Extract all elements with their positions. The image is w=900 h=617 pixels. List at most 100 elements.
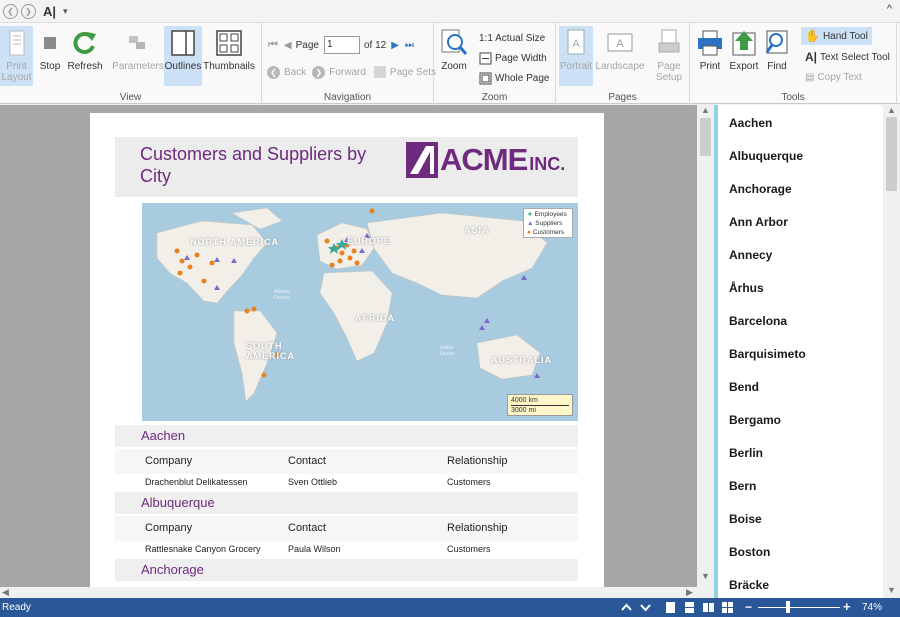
previous-page-icon[interactable]: ◀ (284, 40, 292, 51)
back-circle-icon[interactable]: ❮ (3, 3, 18, 19)
fit-page-icon[interactable] (639, 601, 652, 614)
collapse-ribbon-button[interactable]: ^ (887, 3, 892, 15)
whole-page-label: Whole Page (495, 72, 550, 84)
outline-item[interactable]: Annecy (729, 248, 772, 262)
zoom-in-icon[interactable]: + (843, 599, 851, 614)
cell-contact: Sven Ottlieb (288, 477, 338, 487)
refresh-button[interactable]: Refresh (67, 26, 103, 86)
document-viewer[interactable]: Customers and Suppliers by City ACME INC… (0, 105, 697, 587)
page-sets-icon (373, 66, 386, 78)
print-layout-button[interactable]: Print Layout (0, 26, 33, 86)
page-sets-button[interactable]: Page Sets (390, 67, 436, 78)
scroll-down-icon[interactable]: ▼ (701, 571, 710, 581)
acme-logo-text: ACME (440, 142, 528, 177)
export-button[interactable]: Export (728, 26, 760, 86)
single-page-icon[interactable] (664, 601, 677, 614)
last-page-icon[interactable]: ⏭ (405, 40, 414, 51)
portrait-button[interactable]: A Portrait (559, 26, 593, 86)
landscape-button[interactable]: A Landscape (595, 26, 645, 86)
world-map[interactable]: NORTH AMERICA SOUTH AMERICA EUROPE ASIA … (142, 203, 578, 421)
column-contact: Contact (288, 455, 326, 467)
legend-employees-label: Employees (534, 211, 567, 218)
thumbnails-label: Thumbnails (203, 61, 255, 72)
page-setup-button[interactable]: Page Setup (651, 26, 687, 86)
outline-scroll-down-icon[interactable]: ▼ (887, 585, 896, 595)
outline-item[interactable]: Bräcke (729, 578, 769, 592)
legend-suppliers: ▲ Suppliers (527, 219, 569, 228)
outline-item[interactable]: Boston (729, 545, 770, 559)
report-title: Customers and Suppliers by City (140, 144, 367, 186)
parameters-button[interactable]: Parameters (112, 26, 164, 86)
outline-item[interactable]: Barcelona (729, 314, 787, 328)
status-bar: Ready − + 74% (0, 598, 900, 617)
page-setup-label: Page Setup (655, 61, 683, 83)
text-cursor-icon: A| (805, 50, 818, 64)
continuous-page-icon[interactable] (683, 601, 696, 614)
page-width-button[interactable]: Page Width (479, 49, 547, 67)
first-page-icon[interactable]: ⏮ (268, 39, 278, 52)
whole-page-button[interactable]: Whole Page (479, 69, 549, 87)
forward-circle-icon[interactable]: ❯ (21, 3, 36, 19)
outline-item[interactable]: Albuquerque (729, 149, 803, 163)
outline-item[interactable]: Anchorage (729, 182, 792, 196)
outlines-label: Outlines (164, 61, 202, 72)
outline-item[interactable]: Ann Arbor (729, 215, 788, 229)
table-row: Rattlesnake Canyon Grocery Paula Wilson … (115, 541, 578, 557)
scroll-left-icon[interactable]: ◀ (2, 587, 9, 598)
circle-icon: ● (527, 229, 531, 236)
cell-company: Drachenblut Delikatessen (145, 477, 248, 487)
viewer-vertical-scroll-thumb[interactable] (700, 118, 711, 156)
landscape-label: Landscape (595, 61, 645, 72)
actual-size-button[interactable]: 1:1 Actual Size (479, 29, 545, 47)
outline-scroll-thumb[interactable] (886, 117, 897, 191)
scroll-up-icon[interactable]: ▲ (701, 105, 710, 115)
copy-text-button[interactable]: ▤ Copy Text (805, 68, 862, 86)
stop-button[interactable]: Stop (36, 26, 64, 86)
zoom-slider-knob[interactable] (786, 601, 790, 613)
hand-tool-button[interactable]: ✋ Hand Tool (801, 27, 872, 45)
outline-item[interactable]: Aachen (729, 116, 772, 130)
outlines-button[interactable]: Outlines (164, 26, 202, 86)
thumbnails-button[interactable]: Thumbnails (203, 26, 255, 86)
column-relationship: Relationship (447, 455, 508, 467)
zoom-label: Zoom (441, 61, 467, 72)
pages-group: A Portrait A Landscape Page Setup Pages (556, 23, 690, 105)
viewer-vertical-scrollbar[interactable]: ▲ ▼ (697, 105, 714, 587)
map-label-asia: ASIA (464, 225, 490, 235)
print-button[interactable]: Print (694, 26, 726, 86)
svg-text:A: A (616, 38, 624, 50)
map-label-south-america: SOUTH AMERICA (246, 341, 295, 361)
page-number-input[interactable]: 1 (323, 36, 360, 54)
outline-item[interactable]: Århus (729, 281, 764, 295)
svg-text:A: A (572, 38, 580, 50)
fit-width-icon[interactable] (620, 601, 633, 614)
scroll-right-icon[interactable]: ▶ (686, 587, 693, 598)
multi-page-icon[interactable] (721, 601, 734, 614)
viewer-horizontal-scrollbar[interactable]: ◀ ▶ (0, 587, 714, 598)
printer-icon (698, 30, 722, 56)
forward-button[interactable]: Forward (329, 67, 366, 78)
outline-item[interactable]: Bergamo (729, 413, 781, 427)
zoom-out-icon[interactable]: − (745, 600, 752, 614)
outline-panel: Aachen Albuquerque Anchorage Ann Arbor A… (714, 105, 900, 598)
stop-label: Stop (39, 61, 61, 72)
customize-qat-dropdown-icon[interactable]: ▾ (63, 6, 68, 17)
text-select-tool-button[interactable]: A| Text Select Tool (805, 48, 890, 66)
outline-item[interactable]: Berlin (729, 446, 763, 460)
outline-item[interactable]: Bend (729, 380, 759, 394)
zoom-group: Zoom 1:1 Actual Size Page Width Whole Pa… (434, 23, 556, 105)
outline-item[interactable]: Boise (729, 512, 762, 526)
find-button[interactable]: Find (762, 26, 792, 86)
outline-item[interactable]: Bern (729, 479, 756, 493)
outline-item[interactable]: Barquisimeto (729, 347, 806, 361)
zoom-slider[interactable] (758, 607, 840, 608)
back-button[interactable]: Back (284, 67, 306, 78)
acme-logo-sub: INC. (529, 154, 566, 174)
refresh-icon (73, 32, 96, 54)
facing-pages-icon[interactable] (702, 601, 715, 614)
next-page-icon[interactable]: ▶ (391, 40, 399, 51)
quick-access-toolbar: ❮ ❯ A| ▾ ^ (0, 0, 900, 22)
legend-suppliers-label: Suppliers (535, 220, 563, 227)
outline-scroll-up-icon[interactable]: ▲ (887, 105, 896, 115)
zoom-button[interactable]: Zoom (438, 26, 470, 86)
